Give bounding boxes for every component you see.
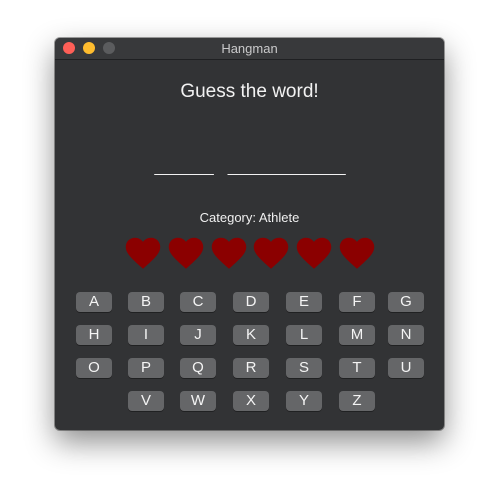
letter-key-p[interactable]: P: [128, 358, 164, 378]
letter-key-m[interactable]: M: [339, 325, 375, 345]
app-window: Hangman Guess the word! ____ ________ Ca…: [55, 38, 444, 430]
letter-key-b[interactable]: B: [128, 292, 164, 312]
letter-key-z[interactable]: Z: [339, 391, 375, 411]
letter-key-i[interactable]: I: [128, 325, 164, 345]
heart-icon: [168, 237, 204, 269]
heart-icon: [211, 237, 246, 269]
letter-key-r[interactable]: R: [233, 358, 269, 378]
letter-key-v[interactable]: V: [128, 391, 164, 411]
letter-key-w[interactable]: W: [180, 391, 216, 411]
letter-key-t[interactable]: T: [339, 358, 375, 378]
game-heading: Guess the word!: [180, 81, 319, 102]
letter-key-a[interactable]: A: [76, 292, 112, 312]
hidden-word: ____ ________: [154, 146, 346, 176]
lives-indicator: [125, 236, 375, 270]
heart-icon: [254, 237, 289, 269]
letter-key-h[interactable]: H: [76, 325, 112, 345]
letter-key-f[interactable]: F: [339, 292, 375, 312]
letter-key-k[interactable]: K: [233, 325, 269, 345]
letter-key-e[interactable]: E: [286, 292, 322, 312]
letter-key-o[interactable]: O: [76, 358, 112, 378]
letter-key-x[interactable]: X: [233, 391, 269, 411]
letter-key-y[interactable]: Y: [286, 391, 322, 411]
letter-key-g[interactable]: G: [388, 292, 424, 312]
heart-icon: [339, 237, 375, 269]
window-title: Hangman: [221, 41, 278, 56]
letter-key-c[interactable]: C: [180, 292, 216, 312]
letter-key-s[interactable]: S: [286, 358, 322, 378]
heart-icon: [296, 237, 332, 269]
letter-key-q[interactable]: Q: [180, 358, 216, 378]
letter-key-j[interactable]: J: [180, 325, 216, 345]
letter-key-l[interactable]: L: [286, 325, 322, 345]
letter-key-u[interactable]: U: [388, 358, 424, 378]
title-bar[interactable]: Hangman: [55, 38, 444, 60]
category-label: Category: Athlete: [199, 210, 300, 225]
letter-key-d[interactable]: D: [233, 292, 269, 312]
letter-key-n[interactable]: N: [388, 325, 424, 345]
heart-icon: [125, 237, 161, 269]
